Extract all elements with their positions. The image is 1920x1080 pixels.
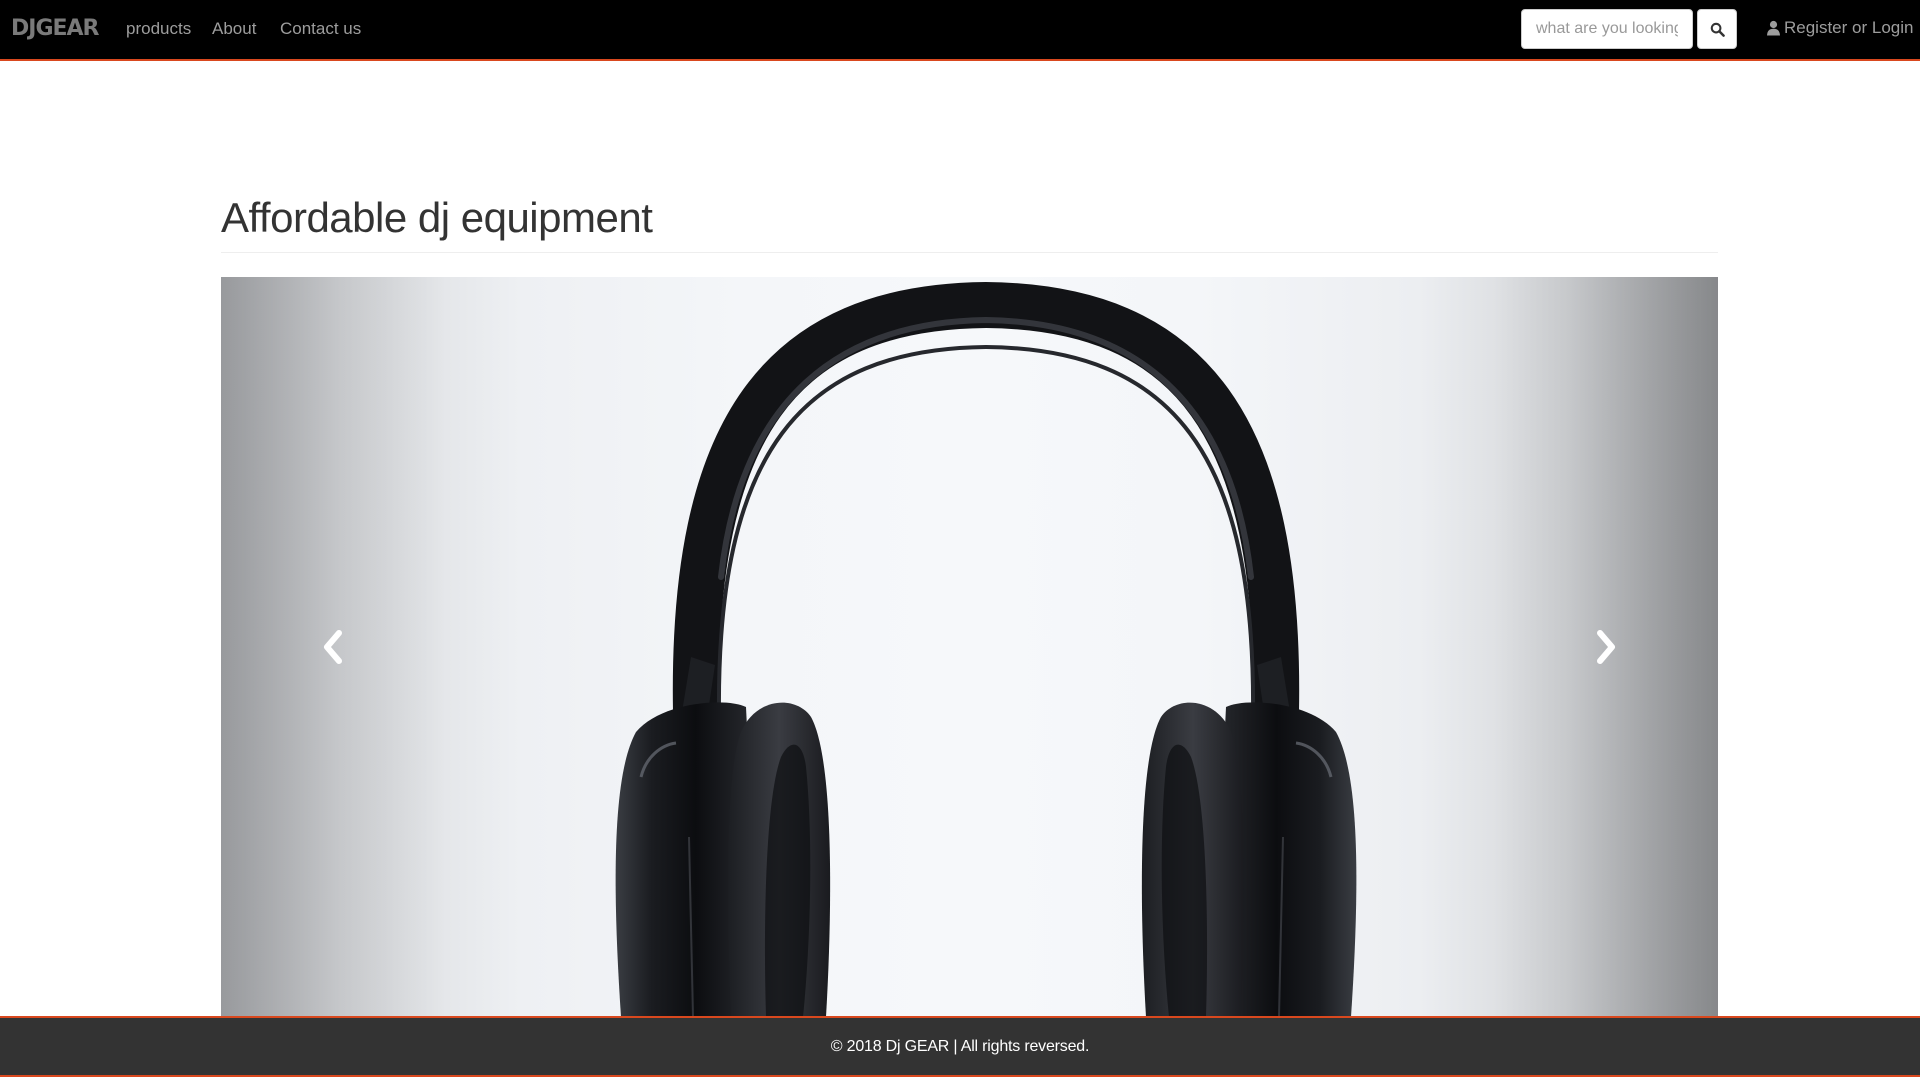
nav-link-contact[interactable]: Contact us: [280, 19, 361, 39]
navbar: DJGEAR products About Contact us Registe…: [0, 0, 1920, 61]
nav-link-about[interactable]: About: [212, 19, 256, 39]
register-login-label: Register or Login: [1784, 18, 1914, 37]
carousel-prev-button[interactable]: [221, 277, 446, 1017]
title-divider: [221, 252, 1718, 253]
register-login-link[interactable]: Register or Login: [1766, 18, 1913, 38]
page-title: Affordable dj equipment: [221, 194, 653, 241]
search-input[interactable]: [1521, 9, 1693, 49]
search-icon: [1710, 22, 1725, 37]
image-carousel: [221, 277, 1718, 1017]
brand-logo[interactable]: DJGEAR: [11, 16, 99, 41]
footer: © 2018 Dj GEAR | All rights reversed.: [0, 1016, 1920, 1077]
search-button[interactable]: [1697, 9, 1737, 49]
user-icon: [1767, 20, 1780, 36]
nav-link-products[interactable]: products: [126, 19, 191, 39]
copyright-text: © 2018 Dj GEAR | All rights reversed.: [830, 1037, 1090, 1055]
chevron-right-icon: [1596, 630, 1615, 664]
chevron-left-icon: [324, 630, 343, 664]
carousel-next-button[interactable]: [1493, 277, 1718, 1017]
